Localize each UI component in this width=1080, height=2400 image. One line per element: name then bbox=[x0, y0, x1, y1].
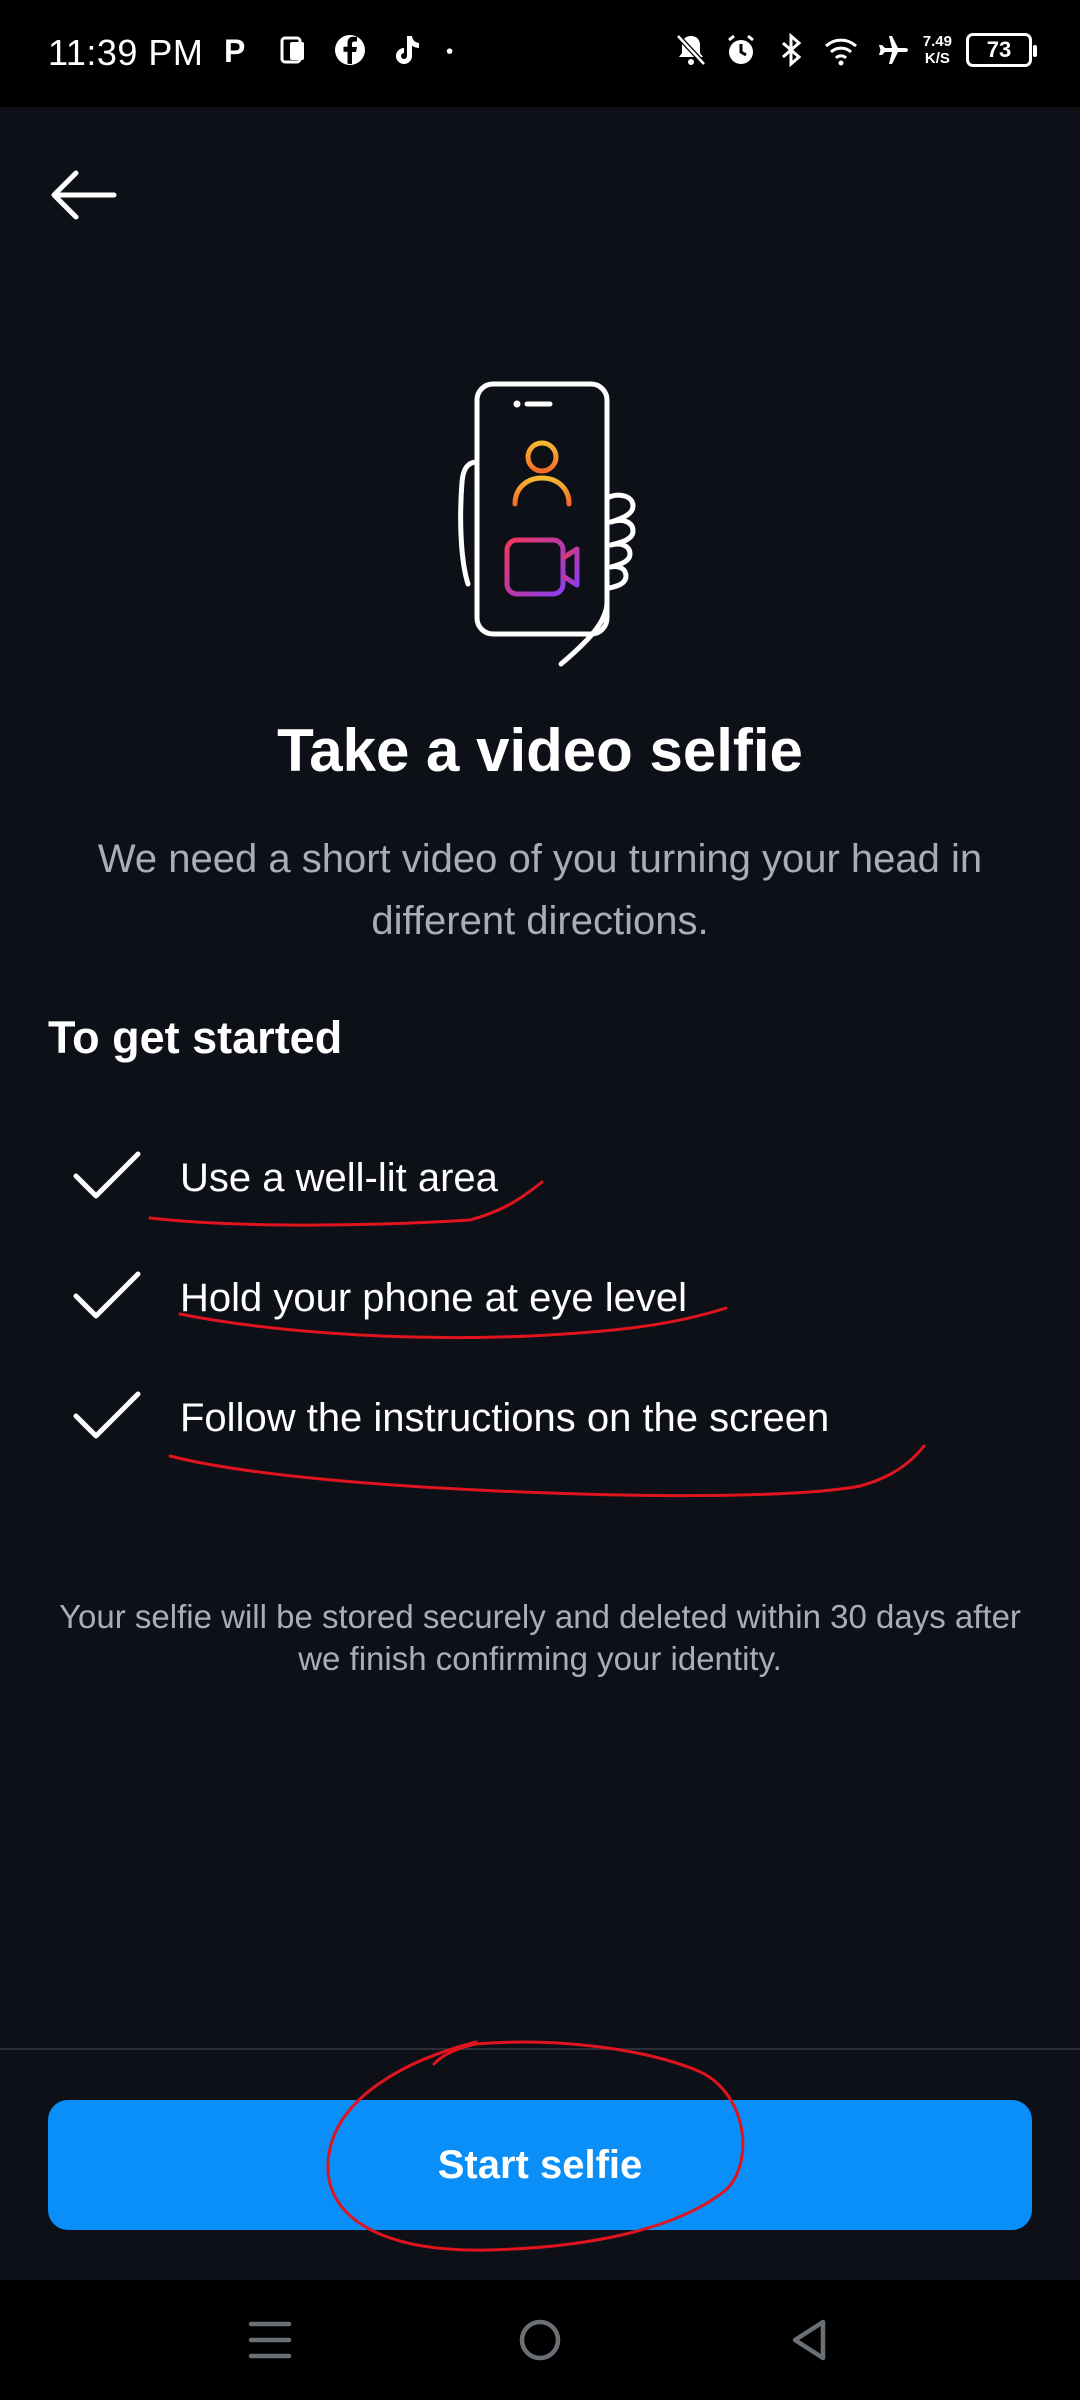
home-button[interactable] bbox=[505, 2310, 575, 2370]
app-icon bbox=[280, 36, 304, 64]
notification-icons: P bbox=[220, 30, 464, 70]
list-item: Use a well-lit area bbox=[0, 1140, 1080, 1220]
dot-icon bbox=[446, 48, 453, 54]
recent-apps-button[interactable] bbox=[235, 2310, 305, 2370]
phone-video-selfie-icon bbox=[458, 381, 636, 667]
alarm-icon bbox=[727, 34, 754, 64]
start-selfie-button[interactable]: Start selfie bbox=[48, 2100, 1032, 2230]
system-nav-bar bbox=[0, 2280, 1080, 2400]
list-item-text: Use a well-lit area bbox=[180, 1156, 498, 1200]
list-item-text: Hold your phone at eye level bbox=[180, 1276, 687, 1320]
parking-app-icon: P bbox=[224, 33, 245, 69]
battery-indicator: 73 bbox=[966, 33, 1037, 67]
bluetooth-icon bbox=[781, 32, 802, 68]
privacy-disclaimer: Your selfie will be stored securely and … bbox=[59, 1598, 1021, 1677]
tiktok-icon bbox=[396, 36, 419, 64]
arrow-left-icon bbox=[51, 170, 117, 220]
network-speed: 7.49 K/S bbox=[923, 33, 952, 67]
wifi-icon bbox=[824, 38, 857, 66]
airplane-icon bbox=[878, 36, 908, 64]
menu-icon bbox=[248, 2321, 292, 2359]
battery-level: 73 bbox=[986, 37, 1012, 62]
facebook-icon bbox=[335, 35, 365, 65]
home-icon bbox=[519, 2319, 561, 2361]
page-title: Take a video selfie bbox=[277, 717, 803, 784]
system-back-button[interactable] bbox=[775, 2310, 845, 2370]
back-triangle-icon bbox=[792, 2319, 826, 2361]
svg-text:P: P bbox=[224, 33, 245, 69]
network-speed-unit: K/S bbox=[924, 50, 950, 67]
back-button[interactable] bbox=[44, 160, 120, 230]
list-item-text: Follow the instructions on the screen bbox=[180, 1396, 830, 1440]
bell-off-icon bbox=[675, 34, 706, 66]
system-icons: 7.49 K/S 73 bbox=[673, 30, 1037, 70]
footer-divider bbox=[0, 2048, 1080, 2050]
checkmark-icon bbox=[73, 1151, 141, 1199]
status-time: 11:39 PM bbox=[48, 32, 204, 73]
checkmark-icon bbox=[73, 1391, 141, 1439]
list-item: Follow the instructions on the screen bbox=[0, 1380, 1080, 1460]
status-bar: 11:39 PM P 7.49 K/S 73 bbox=[0, 0, 1080, 107]
checkmark-icon bbox=[73, 1271, 141, 1319]
list-item: Hold your phone at eye level bbox=[0, 1260, 1080, 1340]
page-subtitle: We need a short video of you turning you… bbox=[97, 837, 983, 943]
network-speed-value: 7.49 bbox=[922, 33, 952, 50]
section-heading: To get started bbox=[48, 1012, 343, 1063]
